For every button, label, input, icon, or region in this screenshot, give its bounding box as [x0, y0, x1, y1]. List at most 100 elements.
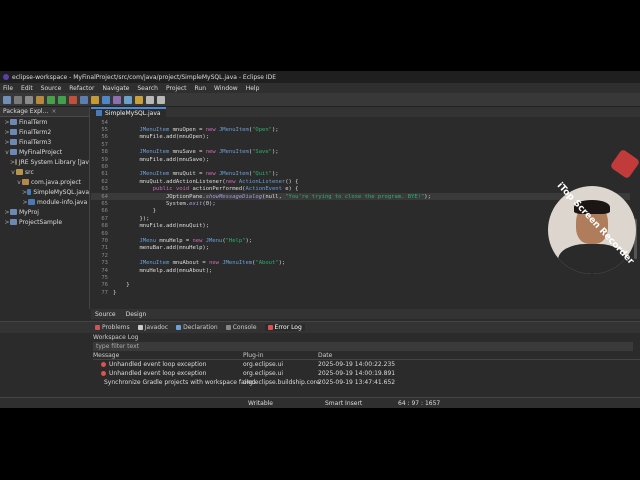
tree-item[interactable]: > FinalTerm [0, 117, 89, 127]
log-date: 2025-09-19 13:47:41.652 [318, 379, 396, 386]
tab-problems[interactable]: Problems [95, 324, 130, 331]
new-package-icon[interactable] [91, 95, 99, 104]
code-line[interactable]: 63 public void actionPerformed(ActionEve… [91, 186, 630, 193]
table-row[interactable]: Unhandled event loop exception org.eclip… [93, 369, 633, 378]
build-icon[interactable] [36, 95, 44, 104]
menu-navigate[interactable]: Navigate [102, 85, 129, 92]
close-icon[interactable]: × [51, 108, 56, 115]
line-number: 77 [101, 289, 108, 296]
menu-source[interactable]: Source [41, 85, 62, 92]
tree-item[interactable]: > FinalTerm2 [0, 127, 89, 137]
project-icon [10, 209, 17, 215]
code-line[interactable]: 77} [91, 289, 630, 296]
java-file-icon [96, 110, 102, 116]
new-java-project-icon[interactable] [80, 95, 88, 104]
menu-edit[interactable]: Edit [21, 85, 33, 92]
line-number: 66 [101, 208, 108, 215]
menu-run[interactable]: Run [195, 85, 207, 92]
code-line[interactable]: 74 mnuHelp.add(mnuAbout); [91, 267, 630, 274]
tab-source[interactable]: Source [95, 311, 116, 318]
arrow-right-icon[interactable] [157, 95, 165, 104]
tree-item-label: FinalTerm [19, 118, 48, 126]
log-message: Unhandled event loop exception [109, 361, 207, 368]
code-line[interactable]: 60 [91, 163, 630, 170]
open-type-icon[interactable] [113, 95, 121, 104]
tree-item[interactable]: > SimpleMySQL.java [0, 187, 89, 197]
coverage-icon[interactable] [69, 95, 77, 104]
log-filter-input[interactable]: type filter text [93, 342, 633, 351]
new-icon[interactable] [3, 95, 11, 104]
tab-declaration[interactable]: Declaration [176, 324, 218, 331]
tree-item[interactable]: > MyProj [0, 207, 89, 217]
arrow-left-icon[interactable] [146, 95, 154, 104]
tab-label: Declaration [183, 324, 218, 331]
code-line[interactable]: 61 JMenuItem mnuQuit = new JMenuItem("Qu… [91, 171, 630, 178]
tab-error-log[interactable]: Error Log [264, 324, 305, 331]
menu-search[interactable]: Search [137, 85, 158, 92]
project-icon [10, 129, 17, 135]
code-line[interactable]: 56 mnuFile.add(mnuOpen); [91, 134, 630, 141]
table-row[interactable]: Unhandled event loop exception org.eclip… [93, 360, 633, 369]
workspace-log-title: Workspace Log [93, 334, 139, 341]
tree-item[interactable]: v com.java.project [0, 177, 89, 187]
column-message[interactable]: Message [93, 352, 243, 359]
menu-help[interactable]: Help [246, 85, 260, 92]
column-date[interactable]: Date [318, 352, 393, 359]
code-line[interactable]: 59 mnuFile.add(mnuSave); [91, 156, 630, 163]
code-line[interactable]: 58 JMenuItem mnuSave = new JMenuItem("Sa… [91, 149, 630, 156]
tree-item[interactable]: v MyFinalProject [0, 147, 89, 157]
code-line[interactable]: 75 [91, 274, 630, 281]
line-number: 63 [101, 186, 108, 193]
console-icon [225, 325, 231, 330]
tab-console[interactable]: Console [225, 324, 257, 331]
tab-javadoc[interactable]: Javadoc [137, 324, 168, 331]
tree-item[interactable]: > ProjectSample [0, 217, 89, 227]
annotation-icon[interactable] [135, 95, 143, 104]
tree-item[interactable]: > FinalTerm3 [0, 137, 89, 147]
code-line[interactable]: 65 System.exit(0); [91, 200, 630, 207]
code-line[interactable]: 64 JOptionPane.showMessageDialog(null, "… [91, 192, 630, 201]
editor-tab-simplemysql[interactable]: SimpleMySQL.java [91, 107, 166, 117]
package-explorer: Package Expl... × > FinalTerm > FinalTer… [0, 107, 90, 309]
save-icon[interactable] [14, 95, 22, 104]
tree-item-label: MyProj [19, 208, 39, 216]
menu-window[interactable]: Window [214, 85, 238, 92]
recorder-watermark: iTop Screen Recorder [555, 148, 640, 267]
code-line[interactable]: 54 [91, 119, 630, 126]
table-row[interactable]: Synchronize Gradle projects with workspa… [93, 378, 633, 387]
code-line[interactable]: 73 JMenuItem mnuAbout = new JMenuItem("A… [91, 259, 630, 266]
toolbar [0, 93, 640, 107]
code-line[interactable]: 55 JMenuItem mnuOpen = new JMenuItem("Op… [91, 126, 630, 133]
menu-project[interactable]: Project [166, 85, 187, 92]
tree-item[interactable]: > JRE System Library [Jav [0, 157, 89, 167]
code-text: }); [113, 215, 150, 222]
code-text: mnuQuit.addActionListener(new ActionList… [113, 178, 299, 185]
save-all-icon[interactable] [25, 95, 33, 104]
search-icon[interactable] [124, 95, 132, 104]
tree-item-label: ProjectSample [19, 218, 63, 226]
new-class-icon[interactable] [102, 95, 110, 104]
column-plugin[interactable]: Plug-in [243, 352, 318, 359]
eclipse-icon [3, 74, 9, 80]
tree-item[interactable]: v src [0, 167, 89, 177]
code-text: menuBar.add(mnuHelp); [113, 245, 210, 252]
tree-item[interactable]: > module-info.java [0, 197, 89, 207]
code-line[interactable]: 57 [91, 141, 630, 148]
code-line[interactable]: 72 [91, 252, 630, 259]
code-line[interactable]: 66 } [91, 208, 630, 215]
menu-refactor[interactable]: Refactor [69, 85, 94, 92]
code-line[interactable]: 71 menuBar.add(mnuHelp); [91, 245, 630, 252]
debug-icon[interactable] [47, 95, 55, 104]
code-line[interactable]: 62 mnuQuit.addActionListener(new ActionL… [91, 178, 630, 185]
tree-item-label: FinalTerm2 [19, 128, 52, 136]
menu-file[interactable]: File [3, 85, 13, 92]
run-icon[interactable] [58, 95, 66, 104]
project-icon [10, 149, 17, 155]
tab-label: Problems [102, 324, 130, 331]
code-line[interactable]: 76 } [91, 282, 630, 289]
package-explorer-tab[interactable]: Package Expl... × [0, 107, 89, 117]
code-area[interactable]: 54 55 JMenuItem mnuOpen = new JMenuItem("… [91, 119, 630, 299]
tab-design[interactable]: Design [126, 311, 147, 318]
tab-label: Console [232, 324, 257, 331]
line-number: 67 [101, 215, 108, 222]
